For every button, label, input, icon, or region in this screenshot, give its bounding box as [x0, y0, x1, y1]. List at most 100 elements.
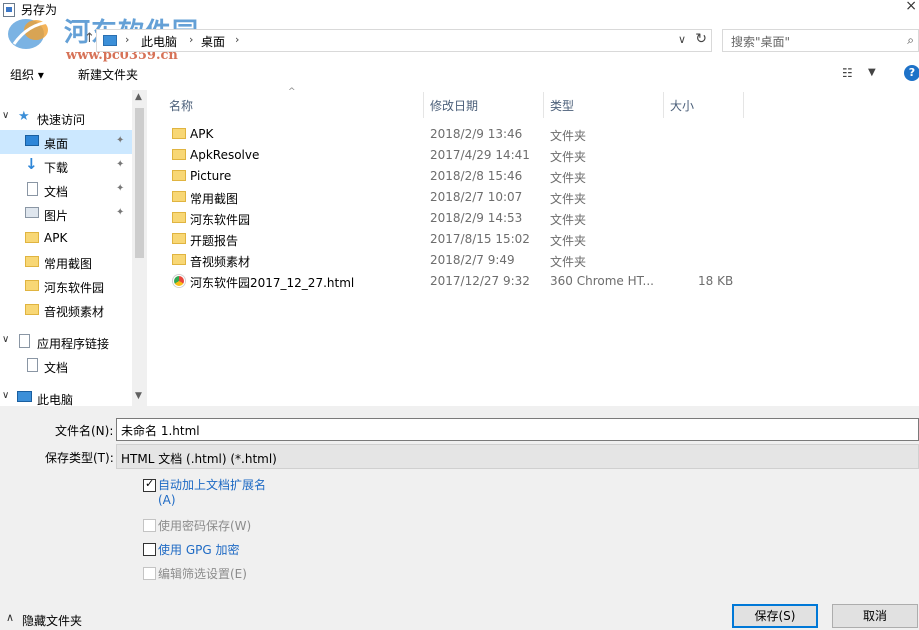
- navigation-pane: ∨ ★ 快速访问 桌面 ✦ ↓ 下载 ✦ 文档 ✦ 图片 ✦ APK 常用截图 …: [0, 90, 147, 407]
- pin-icon[interactable]: ✦: [116, 159, 124, 170]
- star-icon: ★: [18, 109, 30, 124]
- scroll-up-icon[interactable]: ▲: [135, 92, 142, 102]
- nav-item-hedong[interactable]: 河东软件园: [0, 274, 132, 298]
- edit-filter-checkbox[interactable]: [143, 567, 156, 580]
- file-row[interactable]: 常用截图 2018/2/7 10:07 文件夹: [162, 187, 752, 208]
- file-row[interactable]: 开题报告 2017/8/15 15:02 文件夹: [162, 229, 752, 250]
- nav-item-downloads[interactable]: ↓ 下载 ✦: [0, 154, 132, 178]
- column-header-type[interactable]: 类型: [550, 97, 574, 123]
- nav-item-label: 桌面: [44, 137, 69, 151]
- gpg-encrypt-checkbox[interactable]: [143, 543, 156, 556]
- search-icon[interactable]: ⌕: [907, 33, 914, 48]
- file-modified: 2018/2/9 13:46: [430, 127, 523, 141]
- file-name: APK: [190, 127, 214, 141]
- file-size: 18 KB: [698, 274, 734, 288]
- pc-icon: [103, 35, 117, 46]
- chevron-down-icon[interactable]: ∨: [678, 33, 686, 46]
- folder-icon: [172, 212, 186, 223]
- chevron-down-icon[interactable]: ▼: [868, 67, 876, 78]
- chevron-right-icon[interactable]: ›: [125, 33, 129, 46]
- file-type: 文件夹: [550, 171, 587, 185]
- file-type: 文件夹: [550, 192, 587, 206]
- pin-icon[interactable]: ✦: [116, 135, 124, 146]
- password-save-label: 使用密码保存(W): [158, 519, 252, 533]
- pc-icon: [17, 391, 32, 402]
- nav-item-label: 应用程序链接: [37, 337, 110, 351]
- view-options-icon[interactable]: ☷: [842, 66, 853, 80]
- gpg-encrypt-label[interactable]: 使用 GPG 加密: [158, 541, 239, 558]
- file-modified: 2018/2/7 10:07: [430, 190, 523, 204]
- file-row[interactable]: 河东软件园 2018/2/9 14:53 文件夹: [162, 208, 752, 229]
- file-name: 开题报告: [190, 234, 239, 248]
- hide-folders-button[interactable]: 隐藏文件夹: [22, 612, 82, 629]
- chevron-right-icon[interactable]: ›: [235, 33, 239, 46]
- file-row[interactable]: APK 2018/2/9 13:46 文件夹: [162, 124, 752, 145]
- filetype-select[interactable]: HTML 文档 (.html) (*.html): [116, 444, 919, 469]
- nav-item-pictures[interactable]: 图片 ✦: [0, 202, 132, 226]
- auto-extension-accel[interactable]: (A): [158, 493, 176, 507]
- nav-item-screenshots[interactable]: 常用截图: [0, 250, 132, 274]
- column-divider[interactable]: [423, 92, 424, 118]
- pin-icon[interactable]: ✦: [116, 207, 124, 218]
- breadcrumb-desktop[interactable]: 桌面: [201, 33, 225, 50]
- save-button[interactable]: 保存(S): [732, 604, 818, 628]
- column-divider[interactable]: [663, 92, 664, 118]
- file-modified: 2017/8/15 15:02: [430, 232, 530, 246]
- folder-icon: [172, 191, 186, 202]
- nav-item-app-links[interactable]: ∨ 应用程序链接: [0, 330, 132, 354]
- scroll-down-icon[interactable]: ▼: [135, 391, 142, 401]
- up-arrow-icon[interactable]: ↑: [84, 31, 95, 46]
- nav-item-desktop[interactable]: 桌面 ✦: [0, 130, 132, 154]
- nav-item-label: 音视频素材: [44, 305, 105, 319]
- file-type: 文件夹: [550, 150, 587, 164]
- file-type: 360 Chrome HT...: [550, 274, 654, 288]
- file-type: 文件夹: [550, 234, 587, 248]
- new-folder-button[interactable]: 新建文件夹: [78, 66, 138, 83]
- file-row[interactable]: ApkResolve 2017/4/29 14:41 文件夹: [162, 145, 752, 166]
- search-input[interactable]: 搜索"桌面" ⌕: [722, 29, 919, 52]
- nav-item-apk[interactable]: APK: [0, 226, 132, 250]
- desktop-icon: [25, 135, 39, 146]
- column-divider[interactable]: [743, 92, 744, 118]
- column-divider[interactable]: [543, 92, 544, 118]
- address-bar[interactable]: › 此电脑 › 桌面 › ∨ ↻: [96, 29, 712, 52]
- column-header-size[interactable]: 大小: [670, 97, 694, 123]
- file-row[interactable]: 音视频素材 2018/2/7 9:49 文件夹: [162, 250, 752, 271]
- html-file-icon: [173, 275, 185, 287]
- chevron-down-icon[interactable]: ∨: [2, 334, 9, 345]
- file-modified: 2017/4/29 14:41: [430, 148, 530, 162]
- chevron-down-icon[interactable]: ∨: [2, 390, 9, 401]
- pin-icon[interactable]: ✦: [116, 183, 124, 194]
- chevron-up-icon[interactable]: ∧: [6, 611, 14, 624]
- help-icon[interactable]: ?: [904, 65, 919, 81]
- auto-extension-label[interactable]: 自动加上文档扩展名: [158, 476, 266, 493]
- chevron-right-icon[interactable]: ›: [189, 33, 193, 46]
- folder-icon: [172, 254, 186, 265]
- file-modified: 2018/2/7 9:49: [430, 253, 515, 267]
- file-name: 河东软件园: [190, 213, 251, 227]
- column-header-modified[interactable]: 修改日期: [430, 97, 478, 123]
- document-icon: [27, 358, 38, 372]
- breadcrumb-this-pc[interactable]: 此电脑: [141, 33, 177, 50]
- scroll-thumb[interactable]: [135, 108, 144, 258]
- file-name: 河东软件园2017_12_27.html: [190, 276, 355, 290]
- password-save-checkbox[interactable]: [143, 519, 156, 532]
- nav-item-media[interactable]: 音视频素材: [0, 298, 132, 322]
- file-row[interactable]: Picture 2018/2/8 15:46 文件夹: [162, 166, 752, 187]
- cancel-button[interactable]: 取消: [832, 604, 918, 628]
- nav-item-documents[interactable]: 文档 ✦: [0, 178, 132, 202]
- auto-extension-checkbox[interactable]: [143, 477, 156, 492]
- file-type: 文件夹: [550, 213, 587, 227]
- nav-item-quick-access[interactable]: ∨ ★ 快速访问: [0, 106, 132, 130]
- nav-scrollbar[interactable]: ▲ ▼: [132, 90, 147, 406]
- column-header-name[interactable]: 名称: [169, 97, 193, 123]
- filename-input[interactable]: 未命名 1.html: [116, 418, 919, 441]
- chevron-down-icon[interactable]: ∨: [2, 110, 9, 121]
- organize-button[interactable]: 组织 ▾: [10, 66, 44, 83]
- nav-item-app-docs[interactable]: 文档: [0, 354, 132, 378]
- refresh-icon[interactable]: ↻: [695, 31, 707, 47]
- close-icon[interactable]: ×: [905, 0, 917, 14]
- folder-icon: [25, 232, 39, 243]
- download-icon: ↓: [25, 155, 38, 173]
- file-row[interactable]: 河东软件园2017_12_27.html 2017/12/27 9:32 360…: [162, 271, 752, 292]
